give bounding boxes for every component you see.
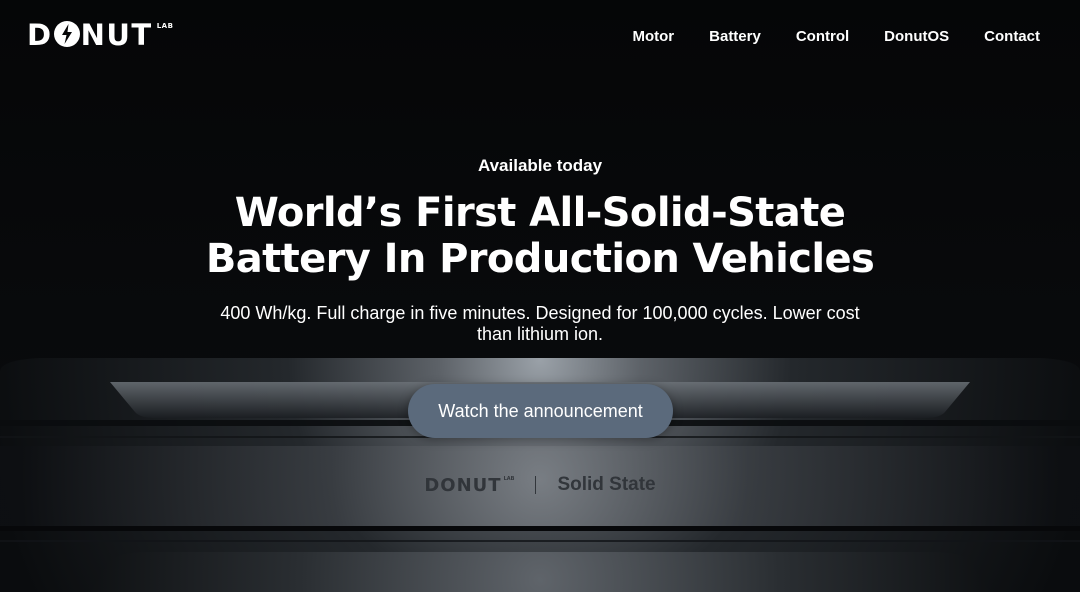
battery-hero-image: [0, 0, 1080, 592]
nav-motor[interactable]: Motor: [632, 27, 674, 47]
logo-lab-superscript: LAB: [156, 22, 174, 30]
logo-text-nut: NUT: [80, 18, 153, 52]
logo-text-d: D: [27, 18, 53, 52]
plate-logo-text: DONUT: [424, 474, 502, 496]
watch-announcement-button[interactable]: Watch the announcement: [408, 384, 673, 438]
nav-control[interactable]: Control: [796, 27, 849, 47]
hero-subtitle: 400 Wh/kg. Full charge in five minutes. …: [190, 303, 890, 345]
nav-battery[interactable]: Battery: [709, 27, 761, 47]
subtitle-line-2: than lithium ion.: [476, 324, 604, 344]
nav-contact[interactable]: Contact: [984, 27, 1040, 47]
logo-bolt-icon: [53, 21, 80, 47]
availability-label: Available today: [477, 156, 603, 175]
hero-headline: World’s First All-Solid-State Battery In…: [140, 190, 940, 282]
plate-divider: [535, 476, 537, 494]
plate-logo-superscript: LAB: [503, 476, 515, 482]
nav-donutos[interactable]: DonutOS: [884, 27, 949, 47]
plate-solid-state-label: Solid State: [557, 474, 656, 495]
battery-plate-branding: DONUT LAB Solid State: [0, 474, 1080, 496]
headline-line-1: World’s First All-Solid-State: [234, 190, 846, 236]
headline-line-2: Battery In Production Vehicles: [205, 236, 875, 282]
top-navigation: D NUT LAB Motor Battery Control DonutOS …: [0, 0, 1080, 72]
page: D NUT LAB Motor Battery Control DonutOS …: [0, 0, 1080, 592]
subtitle-line-1: 400 Wh/kg. Full charge in five minutes. …: [220, 303, 860, 323]
donut-lab-logo[interactable]: D NUT LAB: [27, 18, 173, 52]
main-menu: Motor Battery Control DonutOS Contact: [597, 27, 1040, 47]
